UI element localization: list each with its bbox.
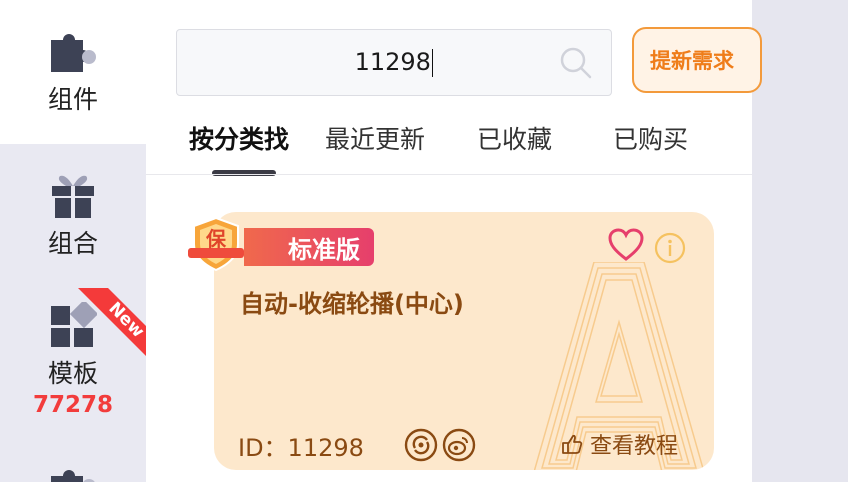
sidebar-item-label: 组合 [47,229,98,258]
heart-icon[interactable] [608,228,644,262]
text-caret [431,49,434,77]
shield-text: 保 [205,227,227,251]
guarantee-shield-icon: 保 [188,216,244,272]
template-count: 77278 [32,392,114,418]
sidebar-item-label: 模板 [47,359,98,388]
sidebar-item-combos[interactable]: 组合 [0,174,146,274]
tab-by-category[interactable]: 按分类找 [189,120,289,156]
info-icon[interactable] [654,232,686,264]
tab-bar: 按分类找 最近更新 已收藏 已购买 [146,120,752,176]
hand-pointer-icon [562,434,583,454]
sidebar-item-label: 组件 [47,85,98,114]
new-ribbon: New [78,288,146,356]
tab-recent-updates[interactable]: 最近更新 [325,120,425,156]
search-input[interactable]: 11298 [176,29,612,96]
puzzle-icon [51,470,95,482]
component-card[interactable]: 标准版 自动-收缩轮播(中心) ID：11298 查看教程 [214,212,714,470]
active-tab-indicator [212,170,276,176]
weibo-icon[interactable] [442,428,476,462]
tab-purchased[interactable]: 已购买 [613,120,688,156]
card-title: 自动-收缩轮播(中心) [240,290,464,318]
new-request-label: 提新需求 [650,49,734,73]
view-tutorial-label: 查看教程 [590,434,679,459]
sidebar-item-more[interactable] [0,466,146,482]
search-icon[interactable] [559,46,593,80]
divider [146,174,752,175]
share-icon[interactable] [404,428,438,462]
new-request-button[interactable]: 提新需求 [632,27,762,93]
right-gutter [752,0,848,482]
search-value: 11298 [355,48,434,77]
card-id: ID：11298 [238,434,364,462]
puzzle-icon [51,34,96,72]
sidebar-item-components[interactable]: 组件 [0,0,146,144]
edition-badge: 标准版 [244,228,374,266]
sidebar: 组件 组合 模板 77278 New [0,0,146,482]
tab-favorites[interactable]: 已收藏 [477,120,552,156]
edition-badge-label: 标准版 [288,235,360,264]
view-tutorial-link[interactable]: 查看教程 [560,428,678,460]
gift-icon [52,175,94,218]
